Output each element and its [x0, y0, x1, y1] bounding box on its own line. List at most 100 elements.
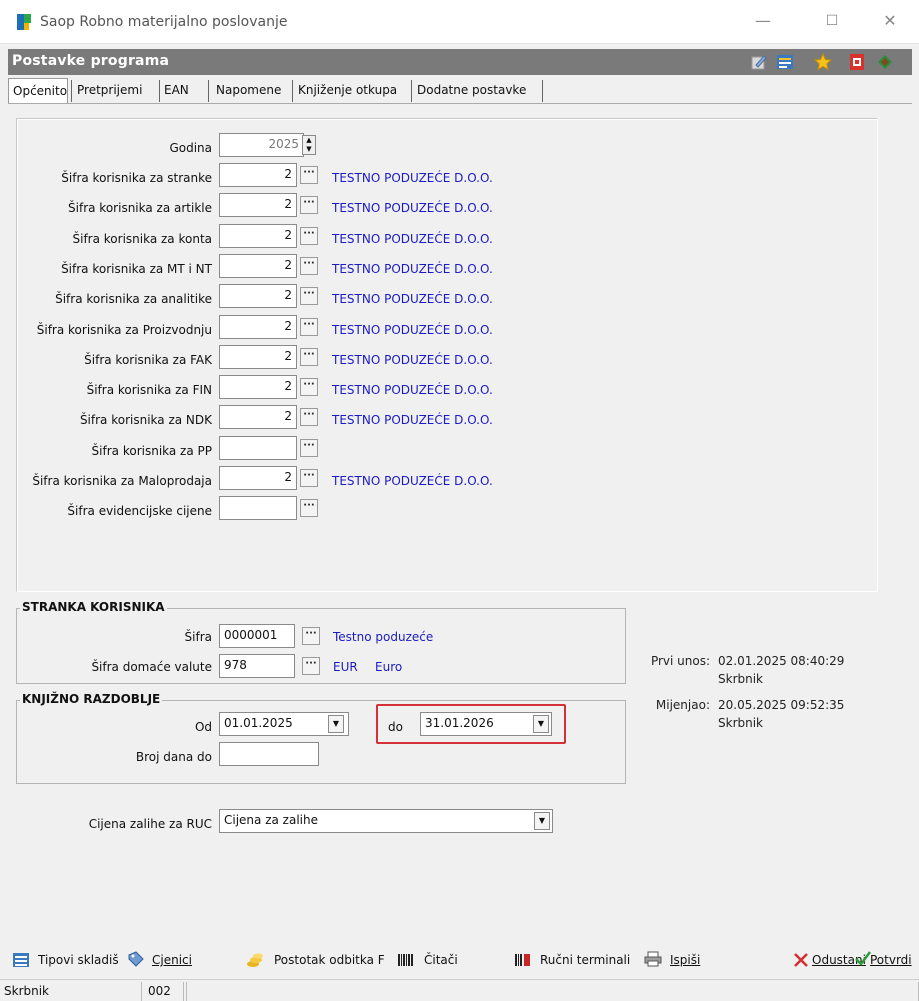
window-titlebar: Saop Robno materijalno poslovanje — ☐ ✕ — [0, 0, 919, 44]
stranka-korisnika-title: STRANKA KORISNIKA — [20, 600, 167, 614]
korisnik-row-browse-button[interactable]: ··· — [300, 166, 318, 184]
pdf-icon[interactable] — [848, 53, 866, 71]
broj-dana-input[interactable] — [219, 742, 319, 766]
cancel-x-icon — [794, 953, 808, 967]
korisnik-row-label: Šifra korisnika za Maloprodaja — [32, 474, 212, 488]
korisnik-row-input[interactable]: 2 — [219, 466, 297, 490]
mijenjao-label: Mijenjao: — [655, 698, 710, 712]
exit-door-icon[interactable] — [876, 53, 894, 71]
korisnik-row-browse-button[interactable]: ··· — [300, 348, 318, 366]
valuta-browse-button[interactable]: ··· — [302, 657, 320, 675]
tipovi-skladis-button[interactable]: Tipovi skladiš — [38, 953, 119, 967]
korisnik-row-input[interactable]: 2 — [219, 224, 297, 248]
tab-napomene[interactable]: Napomene — [212, 78, 285, 104]
korisnik-row-label: Šifra korisnika za MT i NT — [61, 262, 212, 276]
korisnik-row-input[interactable]: 2 — [219, 163, 297, 187]
tab-divider — [8, 103, 912, 104]
form-header: Postavke programa — [8, 49, 912, 75]
od-dropdown-arrow-icon[interactable]: ▼ — [328, 715, 344, 733]
cjenici-button[interactable]: Cjenici — [152, 953, 192, 967]
korisnik-row-browse-button[interactable]: ··· — [300, 287, 318, 305]
tab-ean[interactable]: EAN — [160, 78, 193, 104]
ruc-dropdown-arrow-icon[interactable]: ▼ — [534, 812, 550, 830]
postotak-odbitka-button[interactable]: Postotak odbitka F — [274, 953, 385, 967]
korisnik-row-browse-button[interactable]: ··· — [300, 469, 318, 487]
price-tags-icon — [128, 951, 144, 967]
ruc-select-value: Cijena za zalihe — [224, 813, 318, 827]
tab-label: Dodatne postavke — [417, 83, 527, 97]
korisnik-row-browse-button[interactable]: ··· — [300, 408, 318, 426]
do-dropdown-arrow-icon[interactable]: ▼ — [533, 715, 549, 733]
korisnik-row-browse-button[interactable]: ··· — [300, 378, 318, 396]
potvrdi-label: Potvrdi — [870, 953, 912, 967]
korisnik-row-label: Šifra korisnika za PP — [91, 444, 212, 458]
tab-label: Pretprijemi — [77, 83, 143, 97]
tab-bar: Općenito Pretprijemi EAN Napomene Knjiže… — [8, 78, 912, 104]
printer-icon — [644, 951, 662, 967]
korisnik-row-input[interactable]: 2 — [219, 345, 297, 369]
korisnik-row-browse-button[interactable]: ··· — [300, 257, 318, 275]
status-message — [186, 982, 919, 1001]
citaci-button[interactable]: Čitači — [424, 953, 458, 967]
close-button[interactable]: ✕ — [868, 6, 912, 36]
godina-spinner[interactable]: ▲ ▼ — [302, 135, 316, 155]
ispisi-button[interactable]: Ispiši — [670, 953, 700, 967]
korisnik-row-company: TESTNO PODUZEĆE D.O.O. — [332, 383, 493, 397]
korisnik-row-company: TESTNO PODUZEĆE D.O.O. — [332, 171, 493, 185]
favorite-star-icon[interactable] — [814, 53, 832, 71]
korisnik-row-company: TESTNO PODUZEĆE D.O.O. — [332, 232, 493, 246]
prvi-unos-value: 02.01.2025 08:40:29 — [718, 654, 845, 668]
edit-icon[interactable] — [750, 53, 768, 71]
korisnik-row-browse-button[interactable]: ··· — [300, 499, 318, 517]
godina-label: Godina — [169, 141, 212, 155]
ispisi-label: Ispiši — [670, 953, 701, 967]
korisnik-row-label: Šifra korisnika za konta — [72, 232, 213, 246]
tab-opcenito[interactable]: Općenito — [8, 78, 68, 104]
korisnik-row-input[interactable]: 2 — [219, 405, 297, 429]
korisnik-row-company: TESTNO PODUZEĆE D.O.O. — [332, 292, 493, 306]
godina-input[interactable]: 2025 — [219, 133, 304, 157]
korisnik-row-company: TESTNO PODUZEĆE D.O.O. — [332, 262, 493, 276]
korisnik-row-input[interactable]: 2 — [219, 254, 297, 278]
knjizno-razdoblje-title: KNJIŽNO RAZDOBLJE — [20, 692, 163, 706]
maximize-button[interactable]: ☐ — [810, 6, 854, 36]
korisnik-row-input[interactable]: 2 — [219, 375, 297, 399]
stranka-sifra-input[interactable]: 0000001 — [219, 624, 295, 648]
prvi-unos-label: Prvi unos: — [650, 654, 710, 668]
potvrdi-button[interactable]: Potvrdi — [870, 953, 912, 967]
tab-label: Napomene — [216, 83, 282, 97]
korisnik-row-browse-button[interactable]: ··· — [300, 196, 318, 214]
rucni-terminali-button[interactable]: Ručni terminali — [540, 953, 630, 967]
tab-pretprijemi[interactable]: Pretprijemi — [73, 78, 146, 104]
korisnik-row-company: TESTNO PODUZEĆE D.O.O. — [332, 353, 493, 367]
korisnik-row-browse-button[interactable]: ··· — [300, 439, 318, 457]
korisnik-row-input[interactable]: 2 — [219, 315, 297, 339]
tab-dodatne-postavke[interactable]: Dodatne postavke — [413, 78, 530, 104]
mijenjao-value: 20.05.2025 09:52:35 — [718, 698, 845, 712]
ruc-select[interactable]: Cijena za zalihe — [219, 809, 553, 833]
korisnik-row-browse-button[interactable]: ··· — [300, 227, 318, 245]
status-user: Skrbnik — [0, 982, 142, 1001]
korisnik-row-label: Šifra korisnika za FAK — [84, 353, 212, 367]
korisnik-row-input[interactable]: 2 — [219, 193, 297, 217]
korisnik-row-input[interactable] — [219, 496, 297, 520]
valuta-label: Šifra domaće valute — [91, 660, 212, 674]
valuta-input[interactable]: 978 — [219, 654, 295, 678]
do-date-value: 31.01.2026 — [425, 716, 494, 730]
korisnik-row-company: TESTNO PODUZEĆE D.O.O. — [332, 201, 493, 215]
list-icon[interactable] — [776, 53, 794, 71]
korisnik-row-label: Šifra korisnika za Proizvodnju — [36, 323, 212, 337]
stranka-sifra-browse-button[interactable]: ··· — [302, 627, 320, 645]
do-label: do — [388, 720, 403, 734]
korisnik-row-input[interactable]: 2 — [219, 284, 297, 308]
korisnik-row-browse-button[interactable]: ··· — [300, 318, 318, 336]
broj-dana-label: Broj dana do — [135, 750, 212, 764]
korisnik-row-input[interactable] — [219, 436, 297, 460]
coins-icon — [247, 953, 263, 967]
warehouse-types-icon — [13, 953, 29, 967]
ruc-label: Cijena zalihe za RUC — [88, 817, 212, 831]
tab-knjizenje-otkupa[interactable]: Knjiženje otkupa — [294, 78, 401, 104]
stranka-name: Testno poduzeće — [333, 630, 434, 644]
minimize-button[interactable]: — — [741, 6, 785, 36]
mijenjao-user: Skrbnik — [718, 716, 764, 730]
